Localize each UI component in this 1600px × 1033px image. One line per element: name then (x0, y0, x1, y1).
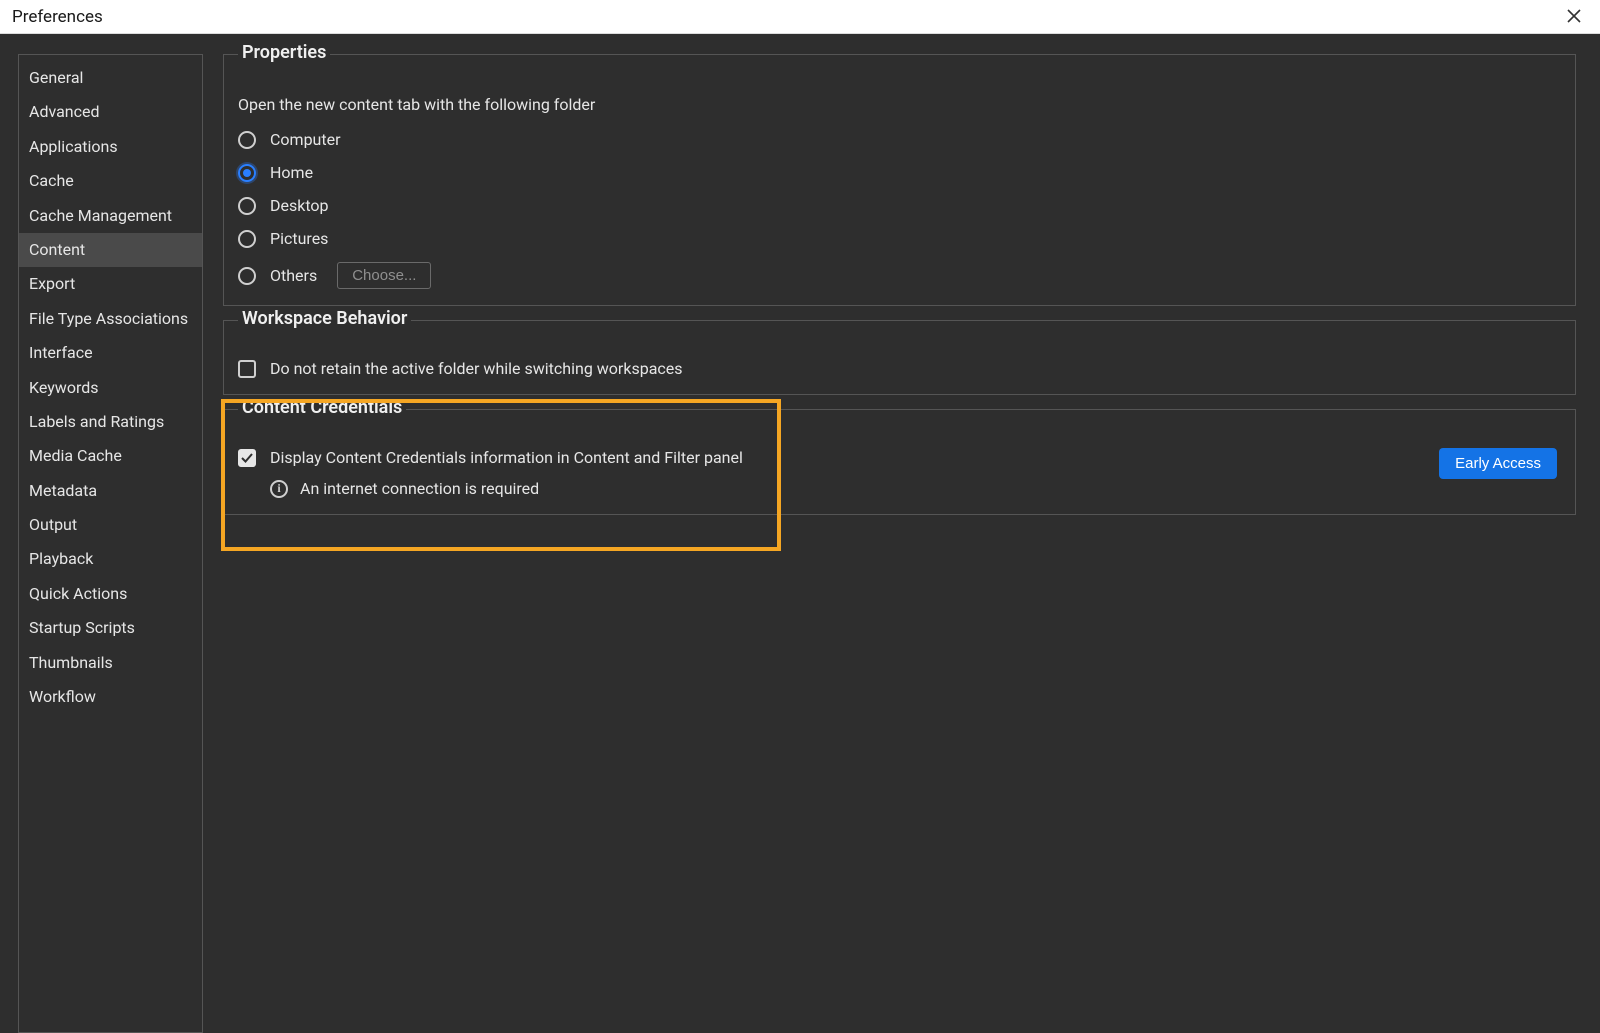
sidebar-item-keywords[interactable]: Keywords (19, 371, 202, 405)
radio-label: Desktop (270, 196, 329, 215)
workspace-retain-row[interactable]: Do not retain the active folder while sw… (238, 359, 1561, 378)
credentials-info-row: i An internet connection is required (270, 479, 1419, 498)
properties-legend: Properties (238, 42, 330, 63)
sidebar-item-general[interactable]: General (19, 61, 202, 95)
workspace-checkbox[interactable] (238, 360, 256, 378)
radio-pictures[interactable] (238, 230, 256, 248)
sidebar-item-label: Cache Management (29, 206, 172, 225)
sidebar-item-playback[interactable]: Playback (19, 542, 202, 576)
sidebar-item-file-type-associations[interactable]: File Type Associations (19, 302, 202, 336)
radio-label: Computer (270, 130, 341, 149)
preferences-sidebar: General Advanced Applications Cache Cache Ma… (18, 54, 203, 1033)
sidebar-item-label: Cache (29, 171, 74, 190)
content-area: General Advanced Applications Cache Cache Ma… (0, 34, 1600, 1033)
window-titlebar: Preferences (0, 0, 1600, 34)
properties-desc: Open the new content tab with the follow… (238, 95, 1561, 114)
sidebar-item-cache[interactable]: Cache (19, 164, 202, 198)
close-icon[interactable] (1558, 3, 1590, 31)
radio-others[interactable] (238, 267, 256, 285)
info-icon: i (270, 480, 288, 498)
sidebar-item-label: Startup Scripts (29, 618, 135, 637)
sidebar-item-thumbnails[interactable]: Thumbnails (19, 646, 202, 680)
sidebar-item-label: Workflow (29, 687, 96, 706)
sidebar-item-workflow[interactable]: Workflow (19, 680, 202, 714)
sidebar-item-label: Labels and Ratings (29, 412, 164, 431)
radio-row-others[interactable]: Others Choose... (238, 262, 1561, 289)
early-access-button[interactable]: Early Access (1439, 448, 1557, 479)
workspace-checkbox-label: Do not retain the active folder while sw… (270, 359, 683, 378)
credentials-checkbox-label: Display Content Credentials information … (270, 448, 743, 467)
sidebar-item-labels-and-ratings[interactable]: Labels and Ratings (19, 405, 202, 439)
sidebar-item-content[interactable]: Content (19, 233, 202, 267)
sidebar-item-export[interactable]: Export (19, 267, 202, 301)
preferences-main: Properties Open the new content tab with… (223, 54, 1582, 1033)
radio-row-pictures[interactable]: Pictures (238, 229, 1561, 248)
choose-button[interactable]: Choose... (337, 262, 431, 289)
radio-label: Home (270, 163, 313, 182)
radio-desktop[interactable] (238, 197, 256, 215)
workspace-section: Workspace Behavior Do not retain the act… (223, 320, 1576, 395)
sidebar-item-label: Metadata (29, 481, 97, 500)
credentials-display-row[interactable]: Display Content Credentials information … (238, 448, 1419, 467)
sidebar-item-label: Interface (29, 343, 93, 362)
sidebar-item-cache-management[interactable]: Cache Management (19, 199, 202, 233)
sidebar-item-label: Advanced (29, 102, 100, 121)
radio-label: Others (270, 266, 317, 285)
sidebar-item-label: Playback (29, 549, 93, 568)
sidebar-item-advanced[interactable]: Advanced (19, 95, 202, 129)
radio-row-computer[interactable]: Computer (238, 130, 1561, 149)
radio-row-desktop[interactable]: Desktop (238, 196, 1561, 215)
sidebar-item-label: Content (29, 240, 85, 259)
properties-section: Properties Open the new content tab with… (223, 54, 1576, 306)
sidebar-item-applications[interactable]: Applications (19, 130, 202, 164)
radio-row-home[interactable]: Home (238, 163, 1561, 182)
credentials-legend: Content Credentials (238, 397, 406, 418)
radio-label: Pictures (270, 229, 328, 248)
credentials-section: Content Credentials Display Content Cred… (223, 409, 1576, 515)
sidebar-item-interface[interactable]: Interface (19, 336, 202, 370)
credentials-info-text: An internet connection is required (300, 479, 539, 498)
radio-home[interactable] (238, 164, 256, 182)
sidebar-item-startup-scripts[interactable]: Startup Scripts (19, 611, 202, 645)
window-title: Preferences (12, 7, 103, 27)
radio-computer[interactable] (238, 131, 256, 149)
sidebar-item-label: Quick Actions (29, 584, 127, 603)
sidebar-item-label: Thumbnails (29, 653, 113, 672)
sidebar-item-label: Applications (29, 137, 118, 156)
credentials-checkbox[interactable] (238, 449, 256, 467)
workspace-legend: Workspace Behavior (238, 308, 411, 329)
sidebar-item-quick-actions[interactable]: Quick Actions (19, 577, 202, 611)
sidebar-item-label: Export (29, 274, 75, 293)
sidebar-item-output[interactable]: Output (19, 508, 202, 542)
sidebar-item-media-cache[interactable]: Media Cache (19, 439, 202, 473)
sidebar-item-label: Media Cache (29, 446, 122, 465)
sidebar-item-label: Output (29, 515, 77, 534)
sidebar-item-label: General (29, 68, 83, 87)
sidebar-item-metadata[interactable]: Metadata (19, 474, 202, 508)
sidebar-item-label: File Type Associations (29, 309, 188, 328)
sidebar-item-label: Keywords (29, 378, 99, 397)
